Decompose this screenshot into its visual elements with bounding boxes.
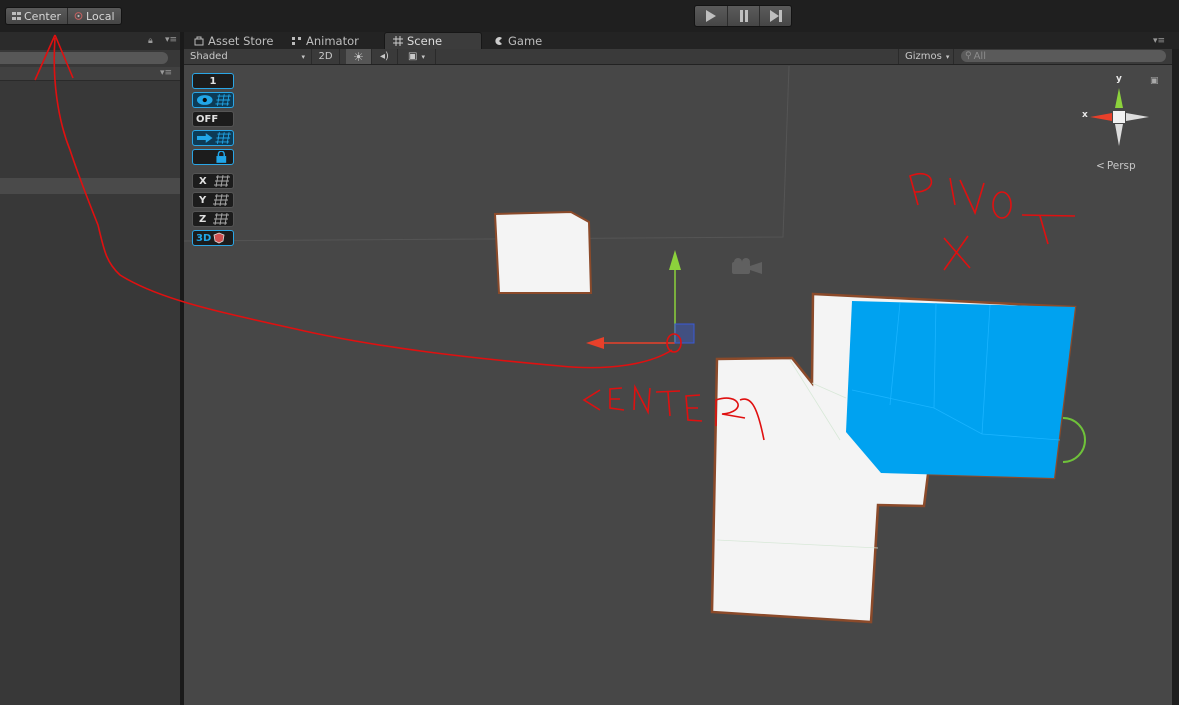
pause-icon [739,10,748,22]
scene-viewport-bottom[interactable] [184,675,1172,705]
dropdown-arrow-icon: ▾ [301,52,305,61]
pause-button[interactable] [727,6,759,26]
search-icon: ⚲ [965,51,972,61]
grid-icon [213,213,230,225]
tab-game[interactable]: Game [486,32,550,49]
gizmo-y-label: y [1116,74,1122,84]
asset-store-icon [194,36,204,45]
main-toolbar: Center Local [0,0,1179,32]
off-toggle-label: OFF [196,113,219,125]
scene-search-placeholder: All [973,50,986,62]
tab-asset-store-label: Asset Store [208,33,274,48]
projection-toggle[interactable]: < Persp [1096,160,1136,172]
scene-viewport[interactable] [184,65,1172,675]
tab-game-label: Game [508,33,543,48]
hierarchy-panel: 🔒︎ ▾≡ ▾≡ [0,32,180,705]
unity-editor: Center Local 🔒︎ ▾≡ ▾≡ Asset Store Animat… [0,0,1179,705]
lock-icon[interactable]: 🔒︎ [148,36,153,46]
snap-z-label: Z [199,213,207,225]
pivot-local-button[interactable]: Local [67,8,121,24]
right-edge [1172,49,1179,705]
pivot-center-icon [12,12,21,20]
step-button[interactable] [759,6,791,26]
shading-mode-label: Shaded [190,51,228,62]
panel-menu-icon[interactable]: ▾≡ [165,35,177,45]
off-toggle[interactable]: OFF [192,111,234,127]
lock-toggle[interactable] [192,149,234,165]
snap-z-toggle[interactable]: Z [192,211,234,227]
tab-animator[interactable]: Animator [284,32,367,49]
visibility-grid-toggle[interactable] [192,92,234,108]
scene-grid-icon [393,36,403,46]
game-icon [495,36,502,45]
hierarchy-column-bar: ▾≡ [0,67,180,81]
layer-value-label: 1 [209,75,217,87]
sun-icon: ☀ [353,49,364,64]
pivot-local-label: Local [86,9,115,23]
dropdown-arrow-icon: ▾ [945,52,950,61]
hierarchy-header: 🔒︎ ▾≡ [0,32,180,50]
tab-scene[interactable]: Scene [384,32,482,49]
tab-asset-store[interactable]: Asset Store [186,32,282,49]
play-button[interactable] [695,6,727,26]
lighting-toggle-button[interactable]: ☀ [346,49,372,64]
view-tab-bar: Asset Store Animator Scene Game ▾≡ [184,32,1179,49]
2d-toggle-label: 2D [318,51,333,62]
play-icon [706,10,716,22]
shading-mode-dropdown[interactable]: Shaded ▾ [184,49,312,64]
hierarchy-search-input[interactable] [0,52,168,64]
audio-toggle-button[interactable]: ◂) [372,49,398,64]
snap-y-label: Y [199,194,207,206]
gizmo-x-label: x [1082,110,1088,120]
3d-mode-toggle[interactable]: 3D [192,230,234,246]
pivot-center-label: Center [24,9,62,23]
playback-controls [694,5,792,27]
shield-icon [213,232,225,244]
projection-label: Persp [1106,160,1136,172]
scene-search-input[interactable]: ⚲ All [961,50,1166,62]
snap-x-label: X [199,175,207,187]
snap-move-toggle[interactable] [192,130,234,146]
tab-bar-menu-icon[interactable]: ▾≡ [1153,36,1165,46]
eye-grid-icon [196,94,232,106]
layer-value-field[interactable]: 1 [192,73,234,89]
3d-mode-label: 3D [196,232,212,244]
2d-toggle-button[interactable]: 2D [312,49,340,64]
effects-dropdown[interactable]: ▣ ▾ [398,49,436,64]
speaker-icon: ◂) [380,51,389,62]
dropdown-arrow-icon: ▾ [421,52,425,61]
snap-y-toggle[interactable]: Y [192,192,234,208]
image-icon: ▣ [408,51,418,62]
column-menu-icon[interactable]: ▾≡ [160,68,172,78]
step-icon [769,10,782,22]
perspective-chevron-icon: < [1096,160,1105,172]
lock-icon [216,151,227,163]
snap-x-toggle[interactable]: X [192,173,234,189]
scene-toolbar: Shaded ▾ 2D ☀ ◂) ▣ ▾ Gizmos ▾ ⚲ All [184,49,1172,65]
hierarchy-selected-row[interactable] [0,178,180,194]
grid-icon [213,175,230,187]
local-rotation-icon [74,12,83,20]
gizmos-dropdown[interactable]: Gizmos ▾ [898,49,954,64]
animator-icon [292,36,301,45]
tab-scene-label: Scene [407,34,443,48]
pivot-toggle-group: Center Local [5,7,122,25]
arrow-grid-icon [196,132,232,144]
gizmo-lock-icon[interactable]: ▣ [1150,76,1159,86]
tab-animator-label: Animator [306,33,359,48]
gizmos-label: Gizmos [905,51,942,62]
grid-icon [213,194,230,206]
pivot-center-button[interactable]: Center [6,8,67,24]
